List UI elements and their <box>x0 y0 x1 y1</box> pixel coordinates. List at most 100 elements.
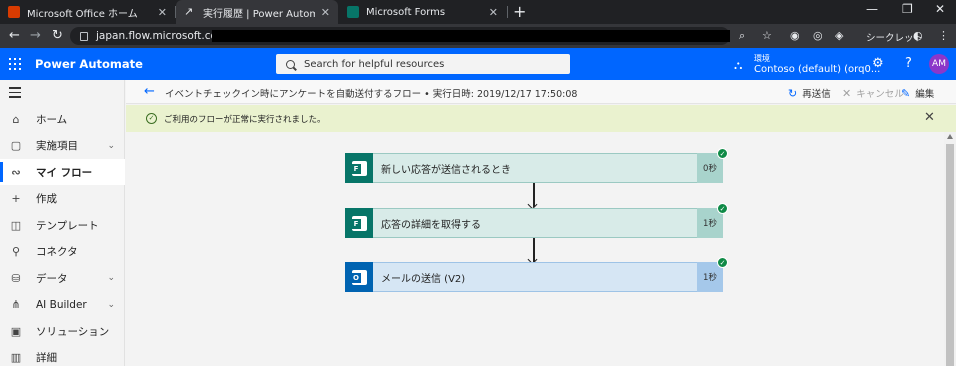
sidebar-item[interactable]: ∾ マイ フロー <box>0 159 125 185</box>
environment-name[interactable]: Contoso (default) (orq0... <box>754 64 880 75</box>
sidebar-item[interactable]: ⛁ データ ⌄ <box>0 265 125 291</box>
settings-gear-icon[interactable]: ⚙ <box>872 56 884 71</box>
run-breadcrumb: イベントチェックイン時にアンケートを自動送付するフロー • 実行日時: 2019… <box>165 89 578 100</box>
cancel-button[interactable]: ✕ キャンセル <box>842 86 904 101</box>
book-icon: ▥ <box>10 351 22 364</box>
tab-office-home[interactable]: Microsoft Office ホーム ✕ <box>0 0 175 24</box>
chevron-down-icon[interactable]: ⌄ <box>107 141 115 151</box>
restore-icon[interactable]: ❐ <box>902 2 913 16</box>
tab-power-automate[interactable]: ↗ 実行履歴 | Power Automate ✕ <box>176 0 338 24</box>
new-tab-icon[interactable]: + <box>513 2 526 21</box>
sidebar-item[interactable]: ▥ 詳細 <box>0 345 125 366</box>
connector-icon: ⚲ <box>11 245 21 258</box>
left-navigation: ⌂ ホーム ▢ 実施項目 ⌄ ∾ マイ フロー + 作成 ◫ テンプレート ⚲ コネクタ ⛁ データ ⌄ ⋔ AI… <box>0 80 125 366</box>
success-check-icon: ✓ <box>146 113 157 124</box>
app-name[interactable]: Power Automate <box>35 57 143 71</box>
extension-icon[interactable]: ◎ <box>813 29 823 42</box>
sidebar-item[interactable]: + 作成 <box>0 186 125 212</box>
close-tab-icon[interactable]: ✕ <box>489 6 498 19</box>
tab-divider <box>507 6 508 18</box>
success-message: ご利用のフローが正常に実行されました。 <box>164 115 326 125</box>
sidebar-item[interactable]: ◫ テンプレート <box>0 212 125 238</box>
dismiss-banner-icon[interactable]: ✕ <box>924 110 935 125</box>
step-success-icon: ✓ <box>717 257 728 268</box>
sidebar-item-label: マイ フロー <box>36 166 93 179</box>
flow-step-send-email[interactable]: O メールの送信 (V2) 1秒 ✓ <box>345 257 728 292</box>
sidebar-item-label: ソリューション <box>36 325 110 338</box>
incognito-icon: ◐ <box>913 29 923 42</box>
help-icon[interactable]: ? <box>905 56 912 71</box>
minimize-icon[interactable]: — <box>866 2 878 16</box>
sidebar-item-label: データ <box>36 272 68 285</box>
user-avatar[interactable]: AM <box>929 54 949 74</box>
sidebar-item[interactable]: ▢ 実施項目 ⌄ <box>0 133 125 159</box>
tab-microsoft-forms[interactable]: Microsoft Forms ✕ <box>339 0 506 24</box>
plus-icon: + <box>11 192 21 205</box>
sidebar-item[interactable]: ⋔ AI Builder ⌄ <box>0 292 125 318</box>
step-success-icon: ✓ <box>717 203 728 214</box>
template-icon: ◫ <box>10 218 22 232</box>
vertical-scrollbar[interactable] <box>944 132 956 366</box>
app-launcher-icon[interactable] <box>9 58 21 70</box>
scrollbar-thumb[interactable] <box>946 144 954 366</box>
forward-icon[interactable]: → <box>30 28 41 43</box>
browser-toolbar: ← → ↻ japan.flow.microsoft.com/ ⌕ ☆ ◉ ◎ … <box>0 24 956 48</box>
url-text: japan.flow.microsoft.com/ <box>96 30 231 42</box>
search-box[interactable]: Search for helpful resources <box>276 54 570 74</box>
chevron-down-icon[interactable]: ⌄ <box>107 273 115 283</box>
chevron-down-icon[interactable]: ⌄ <box>107 300 115 310</box>
flow-connector-arrow <box>533 183 535 207</box>
shield-extension-icon[interactable]: ◈ <box>835 29 843 42</box>
edit-button[interactable]: ✎ 編集 <box>901 86 935 101</box>
app-header: Power Automate Search for helpful resour… <box>0 48 956 80</box>
forms-favicon-icon <box>347 6 359 18</box>
command-bar: ← イベントチェックイン時にアンケートを自動送付するフロー • 実行日時: 20… <box>126 80 956 104</box>
zoom-search-icon[interactable]: ⌕ <box>739 29 745 43</box>
resubmit-button[interactable]: ↻ 再送信 <box>788 86 831 101</box>
back-icon[interactable]: ← <box>9 28 20 43</box>
address-bar[interactable]: japan.flow.microsoft.com/ <box>70 27 730 45</box>
forms-connector-icon: F <box>345 208 373 238</box>
flow-step-get-response[interactable]: F 応答の詳細を取得する 1秒 ✓ <box>345 203 728 238</box>
hamburger-menu-icon[interactable] <box>9 87 21 101</box>
step-label: 新しい応答が送信されるとき <box>373 153 697 183</box>
sidebar-item-label: コネクタ <box>36 246 78 258</box>
camera-extension-icon[interactable]: ◉ <box>790 29 800 42</box>
sidebar-item[interactable]: ⚲ コネクタ <box>0 239 125 265</box>
browser-menu-icon[interactable]: ⋮ <box>938 29 949 42</box>
sidebar-item[interactable]: ⌂ ホーム <box>0 106 125 132</box>
database-icon: ⛁ <box>11 271 21 285</box>
resubmit-label: 再送信 <box>802 89 831 100</box>
sidebar-item-label: AI Builder <box>36 298 87 311</box>
tab-title: Microsoft Office ホーム <box>27 8 138 20</box>
tab-title: 実行履歴 | Power Automate <box>203 8 315 20</box>
search-icon <box>286 59 295 69</box>
reload-icon[interactable]: ↻ <box>52 28 63 43</box>
sidebar-item-label: ホーム <box>36 113 68 126</box>
sidebar-item-label: 作成 <box>36 193 57 205</box>
bookmark-star-icon[interactable]: ☆ <box>762 29 772 42</box>
step-label: 応答の詳細を取得する <box>373 208 697 238</box>
close-tab-icon[interactable]: ✕ <box>321 6 330 19</box>
sidebar-item-label: テンプレート <box>36 219 99 232</box>
outlook-connector-icon: O <box>345 262 373 292</box>
flow-connector-arrow <box>533 238 535 262</box>
close-window-icon[interactable]: ✕ <box>935 2 945 16</box>
scroll-up-arrow-icon[interactable] <box>947 134 953 139</box>
cancel-icon: ✕ <box>842 86 852 100</box>
step-success-icon: ✓ <box>717 148 728 159</box>
sidebar-item-label: 実施項目 <box>36 140 78 152</box>
sidebar-item[interactable]: ▣ ソリューション <box>0 318 125 344</box>
environment-icon[interactable]: ⛬ <box>734 58 742 73</box>
flow-favicon-icon: ↗ <box>184 5 194 18</box>
edit-label: 編集 <box>915 89 935 100</box>
forms-connector-icon: F <box>345 153 373 183</box>
resubmit-icon: ↻ <box>788 86 798 100</box>
close-tab-icon[interactable]: ✕ <box>158 6 167 19</box>
redacted-url-part <box>212 30 730 42</box>
flow-step-trigger[interactable]: F 新しい応答が送信されるとき 0秒 ✓ <box>345 148 728 183</box>
back-arrow-icon[interactable]: ← <box>144 84 155 99</box>
step-label: メールの送信 (V2) <box>373 262 697 292</box>
success-banner: ✓ ご利用のフローが正常に実行されました。 ✕ <box>126 105 956 132</box>
sidebar-item-label: 詳細 <box>36 352 57 364</box>
